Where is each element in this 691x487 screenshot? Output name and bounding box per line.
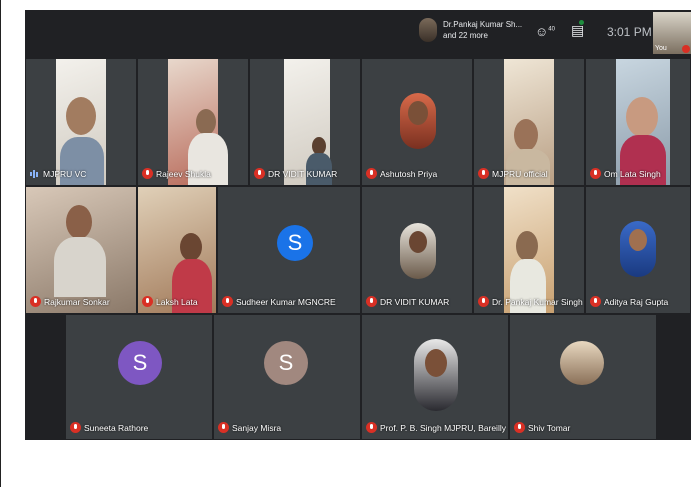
participant-tile-rajeev-shukla[interactable]: Rajeev Shukla (137, 58, 249, 186)
mic-off-icon (478, 168, 489, 179)
participant-tile-laksh-lata[interactable]: Laksh Lata (137, 186, 217, 314)
mic-off-icon (590, 296, 601, 307)
people-button[interactable]: ☺40 (535, 24, 555, 39)
mic-off-icon (366, 422, 377, 433)
participant-name: Sanjay Misra (232, 422, 282, 433)
participant-name: Suneeta Rathore (84, 422, 149, 433)
mic-off-icon (142, 168, 153, 179)
participant-tile-ashutosh-priya[interactable]: Ashutosh Priya (361, 58, 473, 186)
presenter-name: Dr.Pankaj Kumar Sh... (443, 20, 523, 29)
presenter-indicator[interactable]: Dr.Pankaj Kumar Sh... and 22 more (419, 18, 522, 42)
avatar: S (277, 225, 313, 261)
people-icon: ☺ (535, 24, 549, 39)
participant-tile-shiv-tomar[interactable]: Shiv Tomar (509, 314, 657, 440)
participant-tile-sudheer-kumar[interactable]: S Sudheer Kumar MGNCRE (217, 186, 361, 314)
presenter-avatar (419, 18, 437, 42)
mic-off-icon (478, 296, 489, 307)
participant-tile-sanjay-misra[interactable]: S Sanjay Misra (213, 314, 361, 440)
mic-off-icon (514, 422, 525, 433)
participant-name: Aditya Raj Gupta (604, 296, 669, 307)
chat-button[interactable]: ▤ (571, 20, 584, 39)
mic-active-icon (30, 169, 40, 179)
mic-off-icon (218, 422, 229, 433)
participant-tile-mjpru-official[interactable]: MJPRU official (473, 58, 585, 186)
participant-name: Sudheer Kumar MGNCRE (236, 296, 336, 307)
meeting-clock: 3:01 PM (607, 25, 652, 39)
participant-name: Rajeev Shukla (156, 168, 211, 179)
mic-off-icon (682, 45, 690, 53)
presenter-more: and 22 more (443, 31, 488, 40)
self-view-tile[interactable]: You (653, 12, 691, 54)
mic-off-icon (366, 168, 377, 179)
participant-name: DR VIDIT KUMAR (268, 168, 338, 179)
participant-name: Ashutosh Priya (380, 168, 438, 179)
participant-name: DR VIDIT KUMAR (380, 296, 450, 307)
participant-tile-om-lata-singh[interactable]: Om Lata Singh (585, 58, 691, 186)
meeting-window: Dr.Pankaj Kumar Sh... and 22 more ☺40 ▤ … (25, 10, 691, 440)
mic-off-icon (590, 168, 601, 179)
mic-off-icon (254, 168, 265, 179)
avatar: S (264, 341, 308, 385)
people-count: 40 (548, 26, 555, 33)
participant-name: Rajkumar Sonkar (44, 296, 110, 307)
avatar: S (118, 341, 162, 385)
mic-off-icon (142, 296, 153, 307)
participant-name: Laksh Lata (156, 296, 198, 307)
chat-notification-dot (579, 20, 584, 25)
participant-tile-aditya-raj-gupta[interactable]: Aditya Raj Gupta (585, 186, 691, 314)
participant-name: MJPRU VC (43, 169, 87, 179)
participant-name: Om Lata Singh (604, 168, 661, 179)
participant-tile-vidit-kumar-1[interactable]: DR VIDIT KUMAR (249, 58, 361, 186)
mic-off-icon (30, 296, 41, 307)
participant-tile-mjpru-vc[interactable]: MJPRU VC (25, 58, 137, 186)
mic-off-icon (70, 422, 81, 433)
participant-tile-pankaj-kumar-singh[interactable]: Dr. Pankaj Kumar Singh (473, 186, 585, 314)
participant-tile-rajkumar-sonkar[interactable]: Rajkumar Sonkar (25, 186, 137, 314)
participant-tile-suneeta-rathore[interactable]: S Suneeta Rathore (65, 314, 213, 440)
participant-name: MJPRU official (492, 168, 548, 179)
participant-tile-pb-singh[interactable]: Prof. P. B. Singh MJPRU, Bareilly (361, 314, 509, 440)
participant-name: Dr. Pankaj Kumar Singh (492, 296, 583, 307)
mic-off-icon (366, 296, 377, 307)
participant-name: Prof. P. B. Singh MJPRU, Bareilly (380, 422, 506, 433)
participant-name: Shiv Tomar (528, 422, 571, 433)
participant-tile-vidit-kumar-2[interactable]: DR VIDIT KUMAR (361, 186, 473, 314)
meeting-topbar: Dr.Pankaj Kumar Sh... and 22 more ☺40 ▤ … (25, 10, 691, 58)
self-label: You (655, 45, 667, 52)
mic-off-icon (222, 296, 233, 307)
